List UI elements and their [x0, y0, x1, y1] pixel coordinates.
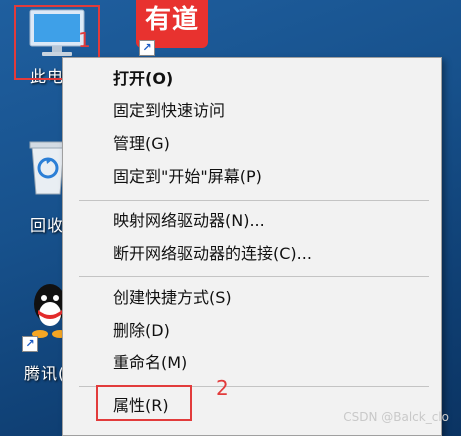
shortcut-arrow-icon: ↗ — [139, 40, 155, 56]
menu-separator — [79, 200, 429, 201]
menu-item-open[interactable]: 打开(O) — [63, 64, 441, 94]
menu-item-map-drive[interactable]: 映射网络驱动器(N)... — [63, 206, 441, 236]
youdao-label: 有道 — [144, 5, 199, 35]
recycle-bin-label: 回收 — [30, 216, 65, 235]
context-menu: 打开(O) 固定到快速访问 管理(G) 固定到"开始"屏幕(P) 映射网络驱动器… — [62, 57, 442, 436]
watermark: CSDN @Balck_clo — [343, 410, 449, 424]
annotation-number-1: 1 — [78, 28, 91, 52]
annotation-number-2: 2 — [216, 376, 229, 400]
menu-item-rename[interactable]: 重命名(M) — [63, 348, 441, 378]
menu-item-manage[interactable]: 管理(G) — [63, 129, 441, 159]
menu-separator — [79, 276, 429, 277]
menu-item-pin-quick-access[interactable]: 固定到快速访问 — [63, 96, 441, 126]
menu-item-create-shortcut[interactable]: 创建快捷方式(S) — [63, 283, 441, 313]
highlight-box-2 — [96, 385, 192, 421]
shortcut-arrow-icon: ↗ — [22, 336, 38, 352]
menu-item-delete[interactable]: 删除(D) — [63, 316, 441, 346]
qq-label: 腾讯( — [24, 364, 66, 383]
menu-item-disconnect-drive[interactable]: 断开网络驱动器的连接(C)... — [63, 239, 441, 269]
menu-item-pin-start[interactable]: 固定到"开始"屏幕(P) — [63, 162, 441, 192]
